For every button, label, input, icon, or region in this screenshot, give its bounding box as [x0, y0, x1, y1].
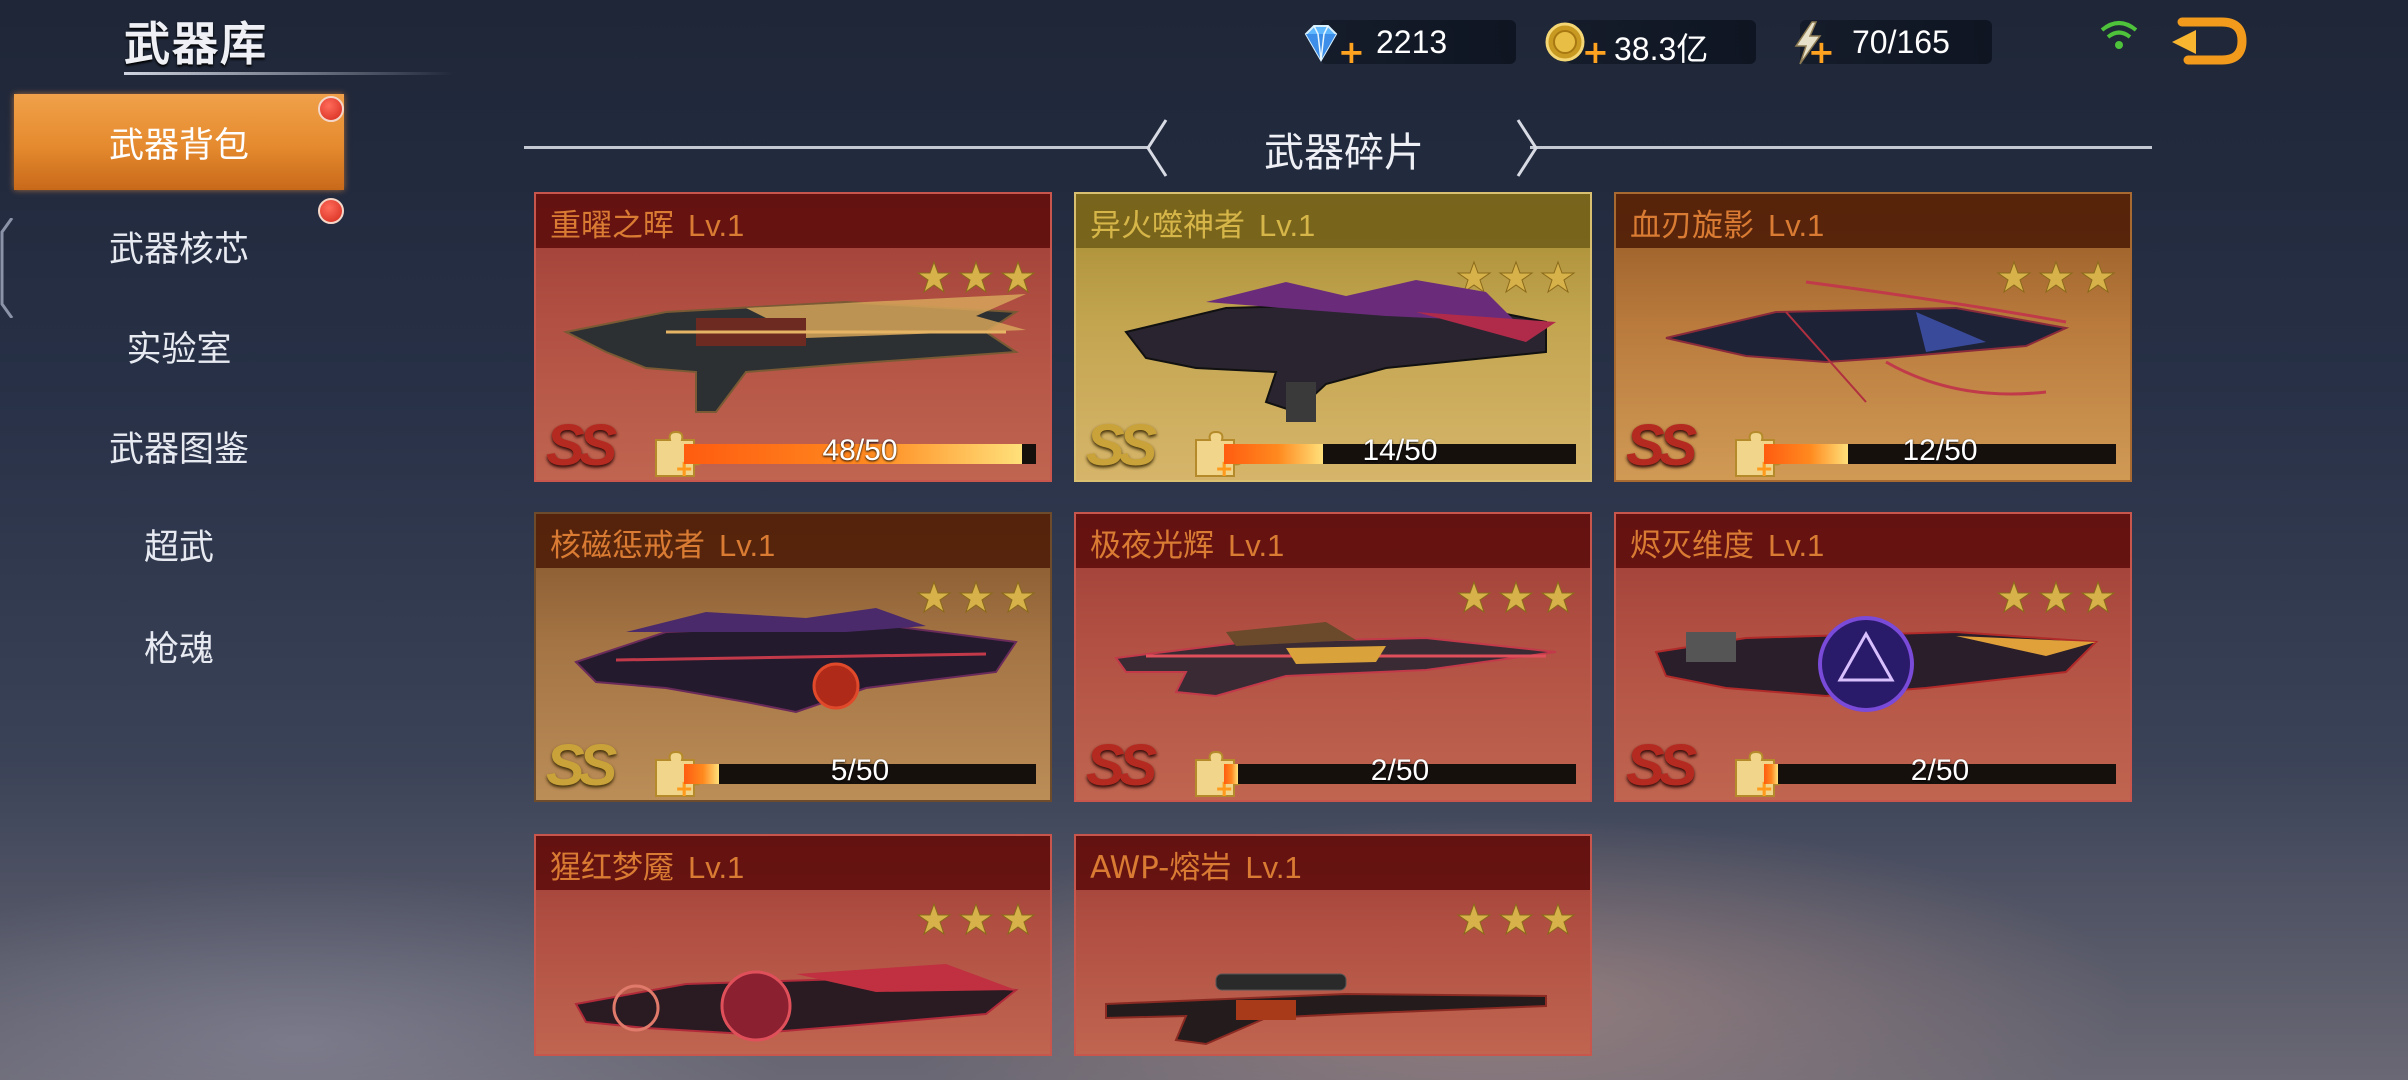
- grade-badge: SS: [1626, 733, 1697, 798]
- weapon-name: 核磁惩戒者: [550, 528, 705, 564]
- diamond-value: 2213: [1376, 24, 1448, 60]
- section-divider-right: [1530, 146, 2152, 149]
- add-gold-icon[interactable]: +: [1582, 36, 1609, 68]
- weapon-bag-notification-badge: [318, 96, 344, 122]
- weapon-image: [1654, 616, 2099, 712]
- weapon-name: 重曜之晖: [550, 208, 674, 244]
- weapon-card[interactable]: AWP-熔岩 Lv.1: [1074, 834, 1592, 1056]
- weapon-image: [1124, 280, 1556, 422]
- left-bracket-icon: [1146, 119, 1168, 177]
- weapon-image: [562, 294, 1026, 413]
- weapon-name: 烬灭维度: [1630, 528, 1754, 564]
- sidebar-item-weapon-bag[interactable]: 武器背包: [14, 94, 344, 190]
- page-title: 武器库: [124, 17, 268, 71]
- weapon-image: [574, 964, 1019, 1042]
- sidebar-item-super-weapon[interactable]: 超武: [14, 496, 344, 592]
- grade-badge: SS: [1626, 413, 1697, 478]
- progress-text: 12/50: [1902, 434, 1978, 467]
- grade-badge: SS: [546, 413, 617, 478]
- weapon-level: Lv.1: [1768, 528, 1825, 563]
- gold-value: 38.3亿: [1614, 31, 1709, 67]
- sidebar-item-label: 武器背包: [108, 125, 249, 166]
- title-underline: [124, 72, 454, 75]
- weapon-image: [1114, 622, 1557, 698]
- card-header: 重曜之晖 Lv.1: [536, 194, 1050, 248]
- weapon-level: Lv.1: [688, 850, 745, 885]
- sidebar-item-weapon-core[interactable]: 武器核芯: [14, 198, 344, 294]
- grade-badge: SS: [1086, 413, 1157, 478]
- sidebar-item-label: 实验室: [126, 329, 232, 370]
- weapon-name: AWP-熔岩: [1090, 850, 1232, 886]
- grade-badge: SS: [1086, 733, 1157, 798]
- sidebar-item-weapon-codex[interactable]: 武器图鉴: [14, 398, 344, 494]
- weapon-card[interactable]: 极夜光辉 Lv.1 SS + 2/50: [1074, 512, 1592, 802]
- card-header: 血刃旋影 Lv.1: [1616, 194, 2130, 248]
- sidebar-item-label: 武器核芯: [108, 229, 249, 270]
- weapon-name: 异火噬神者: [1090, 208, 1245, 244]
- card-header: 异火噬神者 Lv.1: [1076, 194, 1590, 248]
- weapon-core-notification-badge: [318, 198, 344, 224]
- sidebar-item-label: 超武: [143, 527, 214, 568]
- section-divider-left: [524, 146, 1150, 149]
- add-energy-icon[interactable]: +: [1808, 36, 1835, 68]
- progress-text: 48/50: [822, 434, 898, 467]
- sidebar-item-label: 枪魂: [143, 629, 214, 670]
- card-header: AWP-熔岩 Lv.1: [1076, 836, 1590, 890]
- weapon-card[interactable]: 血刃旋影 Lv.1 SS + 12/50: [1614, 192, 2132, 482]
- weapon-name: 猩红梦魇: [550, 850, 674, 886]
- energy-value: 70/165: [1852, 24, 1950, 60]
- weapon-level: Lv.1: [719, 528, 776, 563]
- card-header: 烬灭维度 Lv.1: [1616, 514, 2130, 568]
- sidebar-item-label: 武器图鉴: [108, 429, 249, 470]
- weapon-level: Lv.1: [1228, 528, 1285, 563]
- weapon-image: [1105, 973, 1547, 1046]
- weapon-card[interactable]: 异火噬神者 Lv.1 SS + 14/50: [1074, 192, 1592, 482]
- weapon-image: [574, 608, 1018, 714]
- weapon-card[interactable]: 核磁惩戒者 Lv.1 SS + 5/50: [534, 512, 1052, 802]
- weapon-level: Lv.1: [1259, 208, 1316, 243]
- progress-text: 2/50: [1910, 754, 1970, 787]
- weapon-card[interactable]: 重曜之晖 Lv.1 SS + 48/50: [534, 192, 1052, 482]
- weapon-level: Lv.1: [1245, 850, 1302, 885]
- weapon-card[interactable]: 猩红梦魇 Lv.1: [534, 834, 1052, 1056]
- add-diamond-icon[interactable]: +: [1338, 36, 1365, 68]
- back-button[interactable]: [2168, 12, 2248, 70]
- section-title: 武器碎片: [1264, 130, 1424, 176]
- weapon-image: [1665, 280, 2070, 403]
- card-header: 核磁惩戒者 Lv.1: [536, 514, 1050, 568]
- wifi-icon: [2100, 21, 2138, 49]
- weapon-name: 极夜光辉: [1090, 528, 1214, 564]
- progress-text: 2/50: [1370, 754, 1430, 787]
- sidebar-item-laboratory[interactable]: 实验室: [14, 298, 344, 394]
- card-header: 极夜光辉 Lv.1: [1076, 514, 1590, 568]
- progress-text: 5/50: [830, 754, 890, 787]
- card-header: 猩红梦魇 Lv.1: [536, 836, 1050, 890]
- weapon-level: Lv.1: [688, 208, 745, 243]
- weapon-name: 血刃旋影: [1630, 208, 1754, 244]
- weapon-card[interactable]: 烬灭维度 Lv.1 SS + 2/50: [1614, 512, 2132, 802]
- weapon-level: Lv.1: [1768, 208, 1825, 243]
- grade-badge: SS: [546, 733, 617, 798]
- sidebar-item-gun-soul[interactable]: 枪魂: [14, 598, 344, 694]
- progress-text: 14/50: [1362, 434, 1438, 467]
- right-bracket-icon: [1516, 119, 1538, 177]
